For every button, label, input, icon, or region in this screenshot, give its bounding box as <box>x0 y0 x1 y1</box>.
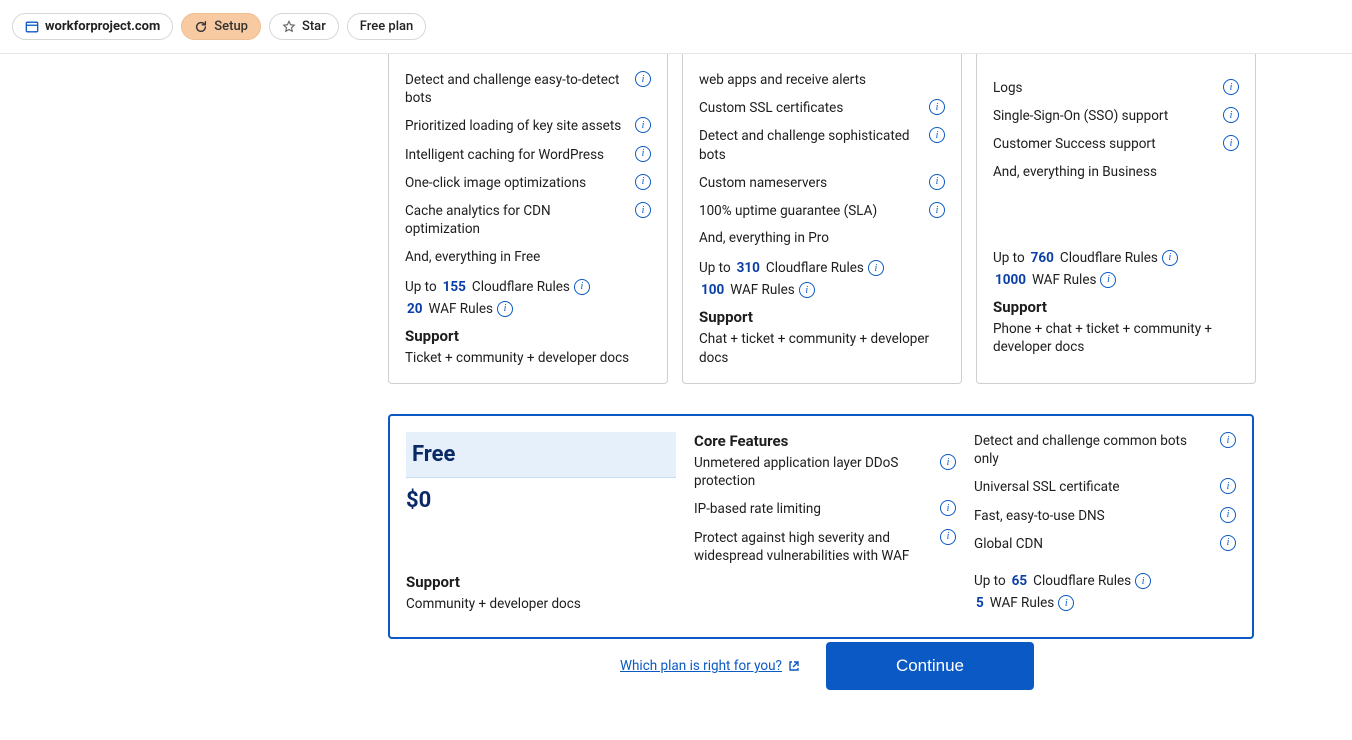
feature-text: One-click image optimizations <box>405 174 586 192</box>
continue-button[interactable]: Continue <box>826 642 1034 690</box>
support-heading: Support <box>699 308 945 326</box>
feature-text: Prioritized loading of key site assets <box>405 117 621 135</box>
info-icon[interactable]: i <box>929 99 945 115</box>
cloudflare-rules: Up to 155 Cloudflare Rules i <box>405 279 651 295</box>
plan-cards-row: Detect and challenge easy-to-detect bots… <box>388 54 1254 384</box>
topbar: workforproject.com Setup Star Free plan <box>0 0 1352 54</box>
feature-text: Unmetered application layer DDoS protect… <box>694 454 932 490</box>
feature-text: Intelligent caching for WordPress <box>405 146 604 164</box>
star-icon <box>282 20 296 34</box>
setup-chip[interactable]: Setup <box>181 13 261 40</box>
support-heading: Support <box>405 327 651 345</box>
feature-text: Cache analytics for CDN optimization <box>405 202 627 238</box>
feature-text: Universal SSL certificate <box>974 478 1120 496</box>
free-price: $0 <box>406 488 676 513</box>
info-icon[interactable]: i <box>635 71 651 87</box>
star-chip[interactable]: Star <box>269 13 339 40</box>
plan-note: And, everything in Pro <box>699 230 945 246</box>
feature-text: Protect against high severity and widesp… <box>694 529 932 565</box>
info-icon[interactable]: i <box>929 202 945 218</box>
feature-text: Detect and challenge easy-to-detect bots <box>405 71 627 107</box>
free-center-col: Core Features Unmetered application laye… <box>694 432 956 617</box>
plan-label: Free plan <box>360 19 414 34</box>
plan-card: web apps and receive alerts Custom SSL c… <box>682 54 962 384</box>
info-icon[interactable]: i <box>1220 478 1236 494</box>
info-icon[interactable]: i <box>635 202 651 218</box>
free-left-col: Free $0 Support Community + developer do… <box>406 432 676 617</box>
core-features-heading: Core Features <box>694 432 956 450</box>
support-text: Community + developer docs <box>406 595 676 613</box>
info-icon[interactable]: i <box>635 174 651 190</box>
feature-text: Single-Sign-On (SSO) support <box>993 107 1168 125</box>
plan-chip[interactable]: Free plan <box>347 13 427 40</box>
cloudflare-rules: Up to 65 Cloudflare Rules i <box>974 573 1236 589</box>
free-right-col: Detect and challenge common bots only i U… <box>974 432 1236 617</box>
info-icon[interactable]: i <box>1220 507 1236 523</box>
cloudflare-rules: Up to 310 Cloudflare Rules i <box>699 260 945 276</box>
waf-rules: 20 WAF Rules i <box>405 301 651 317</box>
info-icon[interactable]: i <box>799 282 815 298</box>
info-icon[interactable]: i <box>940 500 956 516</box>
info-icon[interactable]: i <box>929 174 945 190</box>
site-chip[interactable]: workforproject.com <box>12 13 173 40</box>
feature-text: Fast, easy-to-use DNS <box>974 507 1105 525</box>
plan-note: And, everything in Business <box>993 164 1239 180</box>
info-icon[interactable]: i <box>1223 107 1239 123</box>
star-label: Star <box>302 19 326 34</box>
info-icon[interactable]: i <box>1058 595 1074 611</box>
info-icon[interactable]: i <box>929 127 945 143</box>
info-icon[interactable]: i <box>868 260 884 276</box>
info-icon[interactable]: i <box>940 454 956 470</box>
plan-card: Logs i Single-Sign-On (SSO) support i Cust… <box>976 54 1256 384</box>
info-icon[interactable]: i <box>574 279 590 295</box>
info-icon[interactable]: i <box>497 301 513 317</box>
cloudflare-rules: Up to 760 Cloudflare Rules i <box>993 250 1239 266</box>
external-link-icon <box>788 660 800 672</box>
info-icon[interactable]: i <box>1220 535 1236 551</box>
feature-text: Custom nameservers <box>699 174 827 192</box>
actions-row: Which plan is right for you? Continue <box>388 642 1254 690</box>
support-text: Ticket + community + developer docs <box>405 349 651 367</box>
feature-text: Detect and challenge common bots only <box>974 432 1212 468</box>
support-text: Chat + ticket + community + developer do… <box>699 330 945 366</box>
feature-text: Logs <box>993 79 1023 97</box>
free-plan-card[interactable]: Free $0 Support Community + developer do… <box>388 414 1254 639</box>
support-heading: Support <box>406 573 676 591</box>
info-icon[interactable]: i <box>940 529 956 545</box>
site-name: workforproject.com <box>45 19 160 34</box>
waf-rules: 5 WAF Rules i <box>974 595 1236 611</box>
feature-text: web apps and receive alerts <box>699 71 866 89</box>
info-icon[interactable]: i <box>1220 432 1236 448</box>
info-icon[interactable]: i <box>635 146 651 162</box>
feature-text: Global CDN <box>974 535 1043 553</box>
which-plan-link[interactable]: Which plan is right for you? <box>620 658 800 674</box>
setup-label: Setup <box>214 19 248 34</box>
feature-text: 100% uptime guarantee (SLA) <box>699 202 877 220</box>
browser-icon <box>25 20 39 34</box>
info-icon[interactable]: i <box>1223 79 1239 95</box>
info-icon[interactable]: i <box>1162 250 1178 266</box>
support-heading: Support <box>993 298 1239 316</box>
info-icon[interactable]: i <box>1135 573 1151 589</box>
waf-rules: 100 WAF Rules i <box>699 282 945 298</box>
feature-text: Custom SSL certificates <box>699 99 843 117</box>
waf-rules: 1000 WAF Rules i <box>993 272 1239 288</box>
plan-card: Detect and challenge easy-to-detect bots… <box>388 54 668 384</box>
info-icon[interactable]: i <box>1223 135 1239 151</box>
feature-text: IP-based rate limiting <box>694 500 821 518</box>
feature-text: Detect and challenge sophisticated bots <box>699 127 921 163</box>
info-icon[interactable]: i <box>1100 272 1116 288</box>
plan-note: And, everything in Free <box>405 249 651 265</box>
refresh-icon <box>194 20 208 34</box>
support-text: Phone + chat + ticket + community + deve… <box>993 320 1239 356</box>
info-icon[interactable]: i <box>635 117 651 133</box>
feature-text: Customer Success support <box>993 135 1156 153</box>
free-title: Free <box>406 432 676 478</box>
